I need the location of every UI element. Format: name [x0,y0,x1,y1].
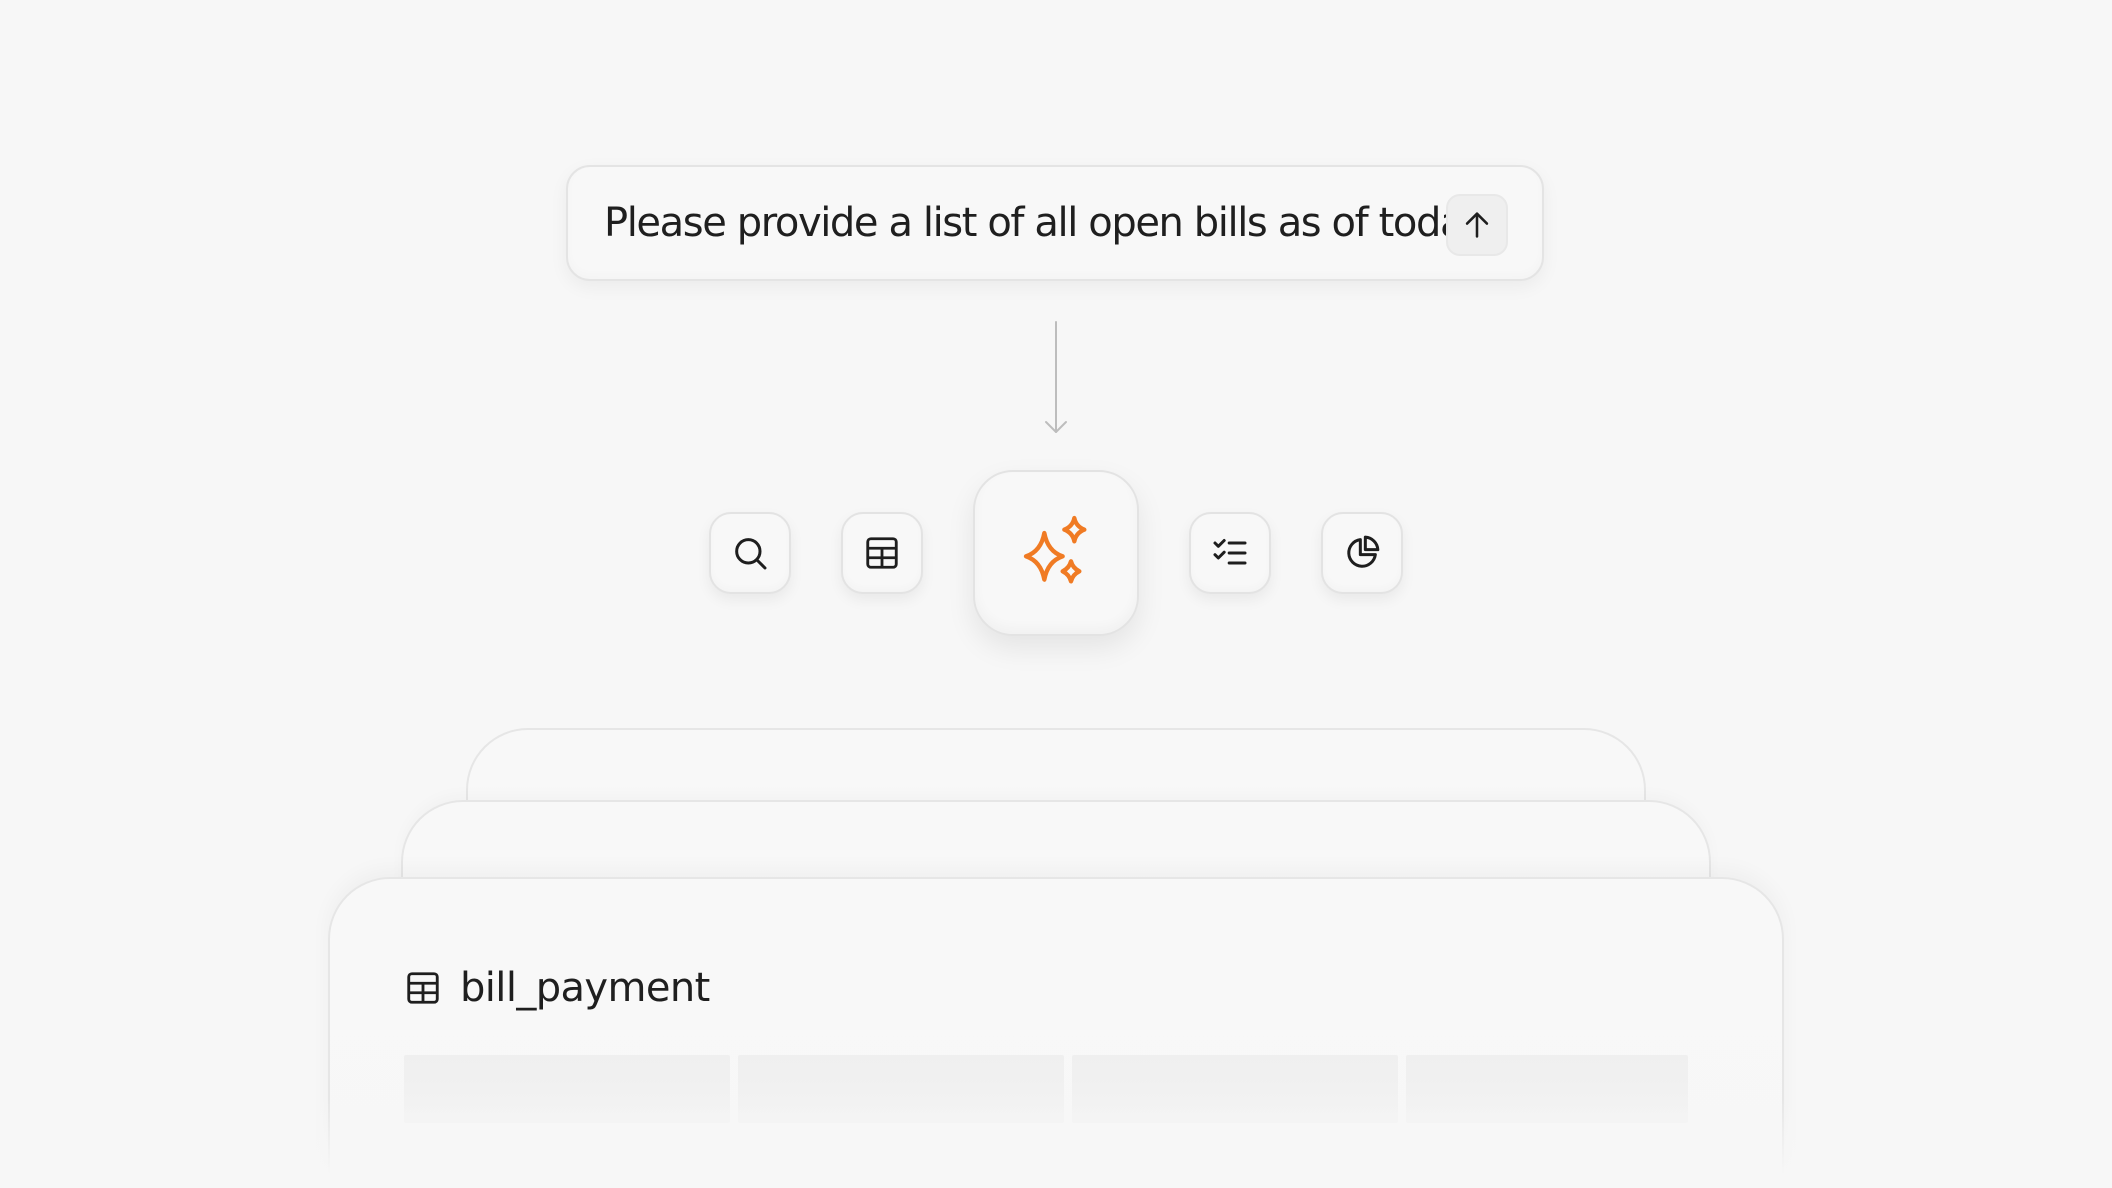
canvas: Please provide a list of all open bills … [0,0,2112,1188]
checklist-tool-button[interactable] [1189,512,1271,594]
ai-sparkles-button[interactable] [973,470,1139,636]
table-header-cell [738,1055,1064,1123]
send-button[interactable] [1446,194,1508,256]
table-icon [407,972,439,1004]
search-icon [735,538,767,570]
result-card-front[interactable]: bill_payment [328,877,1784,1188]
table-skeleton [404,1055,1688,1123]
table-header-cell [1072,1055,1398,1123]
prompt-text[interactable]: Please provide a list of all open bills … [604,200,1487,246]
pie-chart-icon [1347,535,1380,568]
result-table-title: bill_payment [460,965,710,1011]
table-header-cell [404,1055,730,1123]
arrow-down-connector [1045,321,1067,433]
chart-tool-button[interactable] [1321,512,1403,594]
checklist-icon [1213,539,1247,565]
arrow-up-icon [1465,212,1489,238]
search-tool-button[interactable] [709,512,791,594]
table-icon [866,537,898,569]
sparkles-icon [1023,515,1087,584]
table-tool-button[interactable] [841,512,923,594]
prompt-bar[interactable]: Please provide a list of all open bills … [566,165,1544,281]
table-header-cell [1406,1055,1688,1123]
result-card-header: bill_payment [404,965,710,1011]
